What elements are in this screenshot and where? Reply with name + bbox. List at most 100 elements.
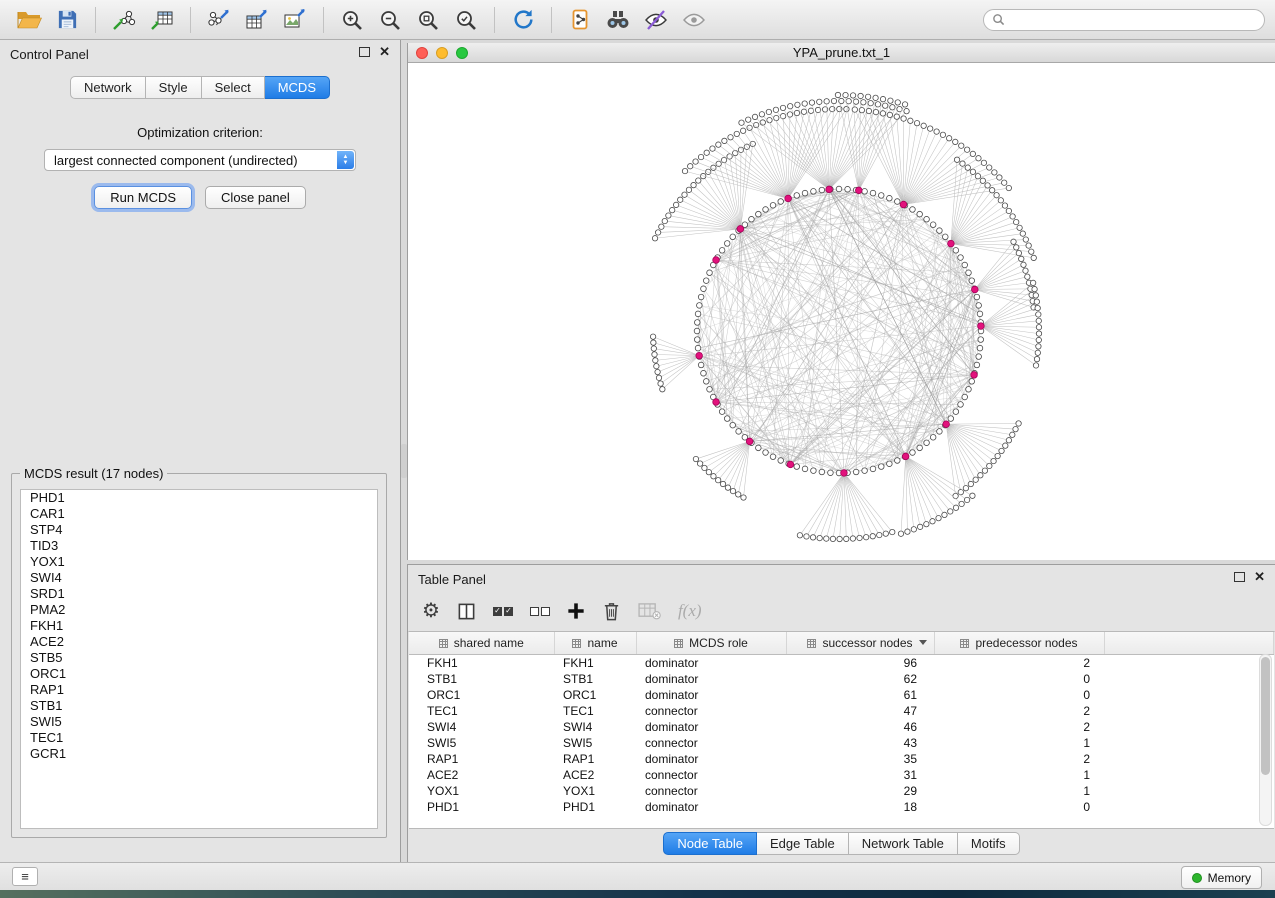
cell-successors[interactable]: 62 [786,671,934,687]
mcds-result-node[interactable]: CAR1 [21,506,377,522]
export-table-icon[interactable] [241,5,273,35]
open-folder-icon[interactable] [13,5,45,35]
mcds-result-node[interactable]: STP4 [21,522,377,538]
cell-successors[interactable]: 31 [786,767,934,783]
table-row[interactable]: YOX1YOX1connector291 [409,783,1274,799]
memory-button[interactable]: Memory [1181,866,1262,889]
table-settings-gear-icon[interactable]: ⚙ [422,601,440,621]
cell-name[interactable]: FKH1 [554,655,636,672]
cell-name[interactable]: RAP1 [554,751,636,767]
mcds-result-node[interactable]: STB5 [21,650,377,666]
cell-name[interactable]: PHD1 [554,799,636,815]
column-header-successor-nodes[interactable]: successor nodes [786,632,934,655]
zoom-out-icon[interactable] [374,5,406,35]
zoom-in-icon[interactable] [336,5,368,35]
table-scrollbar[interactable] [1259,654,1272,826]
export-network-icon[interactable] [203,5,235,35]
mcds-result-node[interactable]: RAP1 [21,682,377,698]
cell-name[interactable]: ORC1 [554,687,636,703]
column-header-shared-name[interactable]: shared name [409,632,554,655]
run-mcds-button[interactable]: Run MCDS [94,186,192,209]
table-row[interactable]: SWI4SWI4dominator462 [409,719,1274,735]
cell-shared_name[interactable]: YOX1 [409,783,554,799]
criterion-dropdown[interactable]: largest connected component (undirected)… [44,149,356,171]
cell-role[interactable]: connector [636,783,786,799]
add-column-icon[interactable] [567,602,585,620]
table-scrollbar-thumb[interactable] [1261,657,1270,775]
cell-predecessors[interactable]: 2 [934,751,1104,767]
cell-predecessors[interactable]: 2 [934,703,1104,719]
cell-role[interactable]: dominator [636,719,786,735]
cell-successors[interactable]: 18 [786,799,934,815]
mcds-result-node[interactable]: YOX1 [21,554,377,570]
mcds-result-node[interactable]: PHD1 [21,490,377,506]
cell-name[interactable]: SWI4 [554,719,636,735]
cell-predecessors[interactable]: 0 [934,799,1104,815]
cell-predecessors[interactable]: 1 [934,767,1104,783]
cell-shared_name[interactable]: PHD1 [409,799,554,815]
cell-successors[interactable]: 47 [786,703,934,719]
cell-successors[interactable]: 35 [786,751,934,767]
zoom-selected-icon[interactable] [450,5,482,35]
import-network-icon[interactable] [108,5,140,35]
show-graphics-details-icon[interactable] [678,5,710,35]
mcds-result-node[interactable]: FKH1 [21,618,377,634]
table-row[interactable]: TEC1TEC1connector472 [409,703,1274,719]
mcds-result-node[interactable]: PMA2 [21,602,377,618]
cell-name[interactable]: SWI5 [554,735,636,751]
cell-shared_name[interactable]: SWI5 [409,735,554,751]
table-row[interactable]: STB1STB1dominator620 [409,671,1274,687]
column-header-mcds-role[interactable]: MCDS role [636,632,786,655]
delete-column-icon[interactable] [602,601,621,622]
mcds-result-node[interactable]: TEC1 [21,730,377,746]
mcds-result-node[interactable]: ORC1 [21,666,377,682]
mcds-result-node[interactable]: SWI5 [21,714,377,730]
tab-select[interactable]: Select [202,76,265,99]
save-icon[interactable] [51,5,83,35]
cell-shared_name[interactable]: ACE2 [409,767,554,783]
cell-predecessors[interactable]: 0 [934,671,1104,687]
table-row[interactable]: PHD1PHD1dominator180 [409,799,1274,815]
cell-predecessors[interactable]: 2 [934,655,1104,672]
table-row[interactable]: SWI5SWI5connector431 [409,735,1274,751]
cell-role[interactable]: dominator [636,799,786,815]
cell-role[interactable]: connector [636,703,786,719]
float-table-panel-icon[interactable] [1234,572,1245,582]
cell-successors[interactable]: 46 [786,719,934,735]
sort-chevron-icon[interactable] [919,640,927,645]
table-row[interactable]: ACE2ACE2connector311 [409,767,1274,783]
automation-list-button[interactable]: ≡ [12,867,38,886]
cell-shared_name[interactable]: SWI4 [409,719,554,735]
import-table-icon[interactable] [146,5,178,35]
tab-motifs[interactable]: Motifs [958,832,1020,855]
cell-shared_name[interactable]: ORC1 [409,687,554,703]
hide-graphics-details-icon[interactable] [640,5,672,35]
tab-network-table[interactable]: Network Table [849,832,958,855]
cell-name[interactable]: YOX1 [554,783,636,799]
tab-network[interactable]: Network [70,76,146,99]
cell-name[interactable]: ACE2 [554,767,636,783]
mcds-result-node[interactable]: TID3 [21,538,377,554]
mcds-result-node[interactable]: ACE2 [21,634,377,650]
mcds-result-node[interactable]: SWI4 [21,570,377,586]
cell-successors[interactable]: 96 [786,655,934,672]
cell-role[interactable]: dominator [636,655,786,672]
tab-style[interactable]: Style [146,76,202,99]
show-columns-icon[interactable] [457,602,476,621]
close-panel-button[interactable]: Close panel [205,186,306,209]
tab-node-table[interactable]: Node Table [663,832,757,855]
select-all-columns-icon[interactable]: ✓✓ [493,607,513,616]
zoom-fit-icon[interactable] [412,5,444,35]
cell-successors[interactable]: 43 [786,735,934,751]
float-panel-icon[interactable] [359,47,370,57]
export-image-icon[interactable] [279,5,311,35]
share-document-icon[interactable] [564,5,596,35]
column-header-name[interactable]: name [554,632,636,655]
tab-mcds[interactable]: MCDS [265,76,330,99]
cell-role[interactable]: dominator [636,671,786,687]
mcds-result-node[interactable]: SRD1 [21,586,377,602]
cell-successors[interactable]: 61 [786,687,934,703]
cell-name[interactable]: TEC1 [554,703,636,719]
cell-shared_name[interactable]: FKH1 [409,655,554,672]
mcds-result-node[interactable]: STB1 [21,698,377,714]
